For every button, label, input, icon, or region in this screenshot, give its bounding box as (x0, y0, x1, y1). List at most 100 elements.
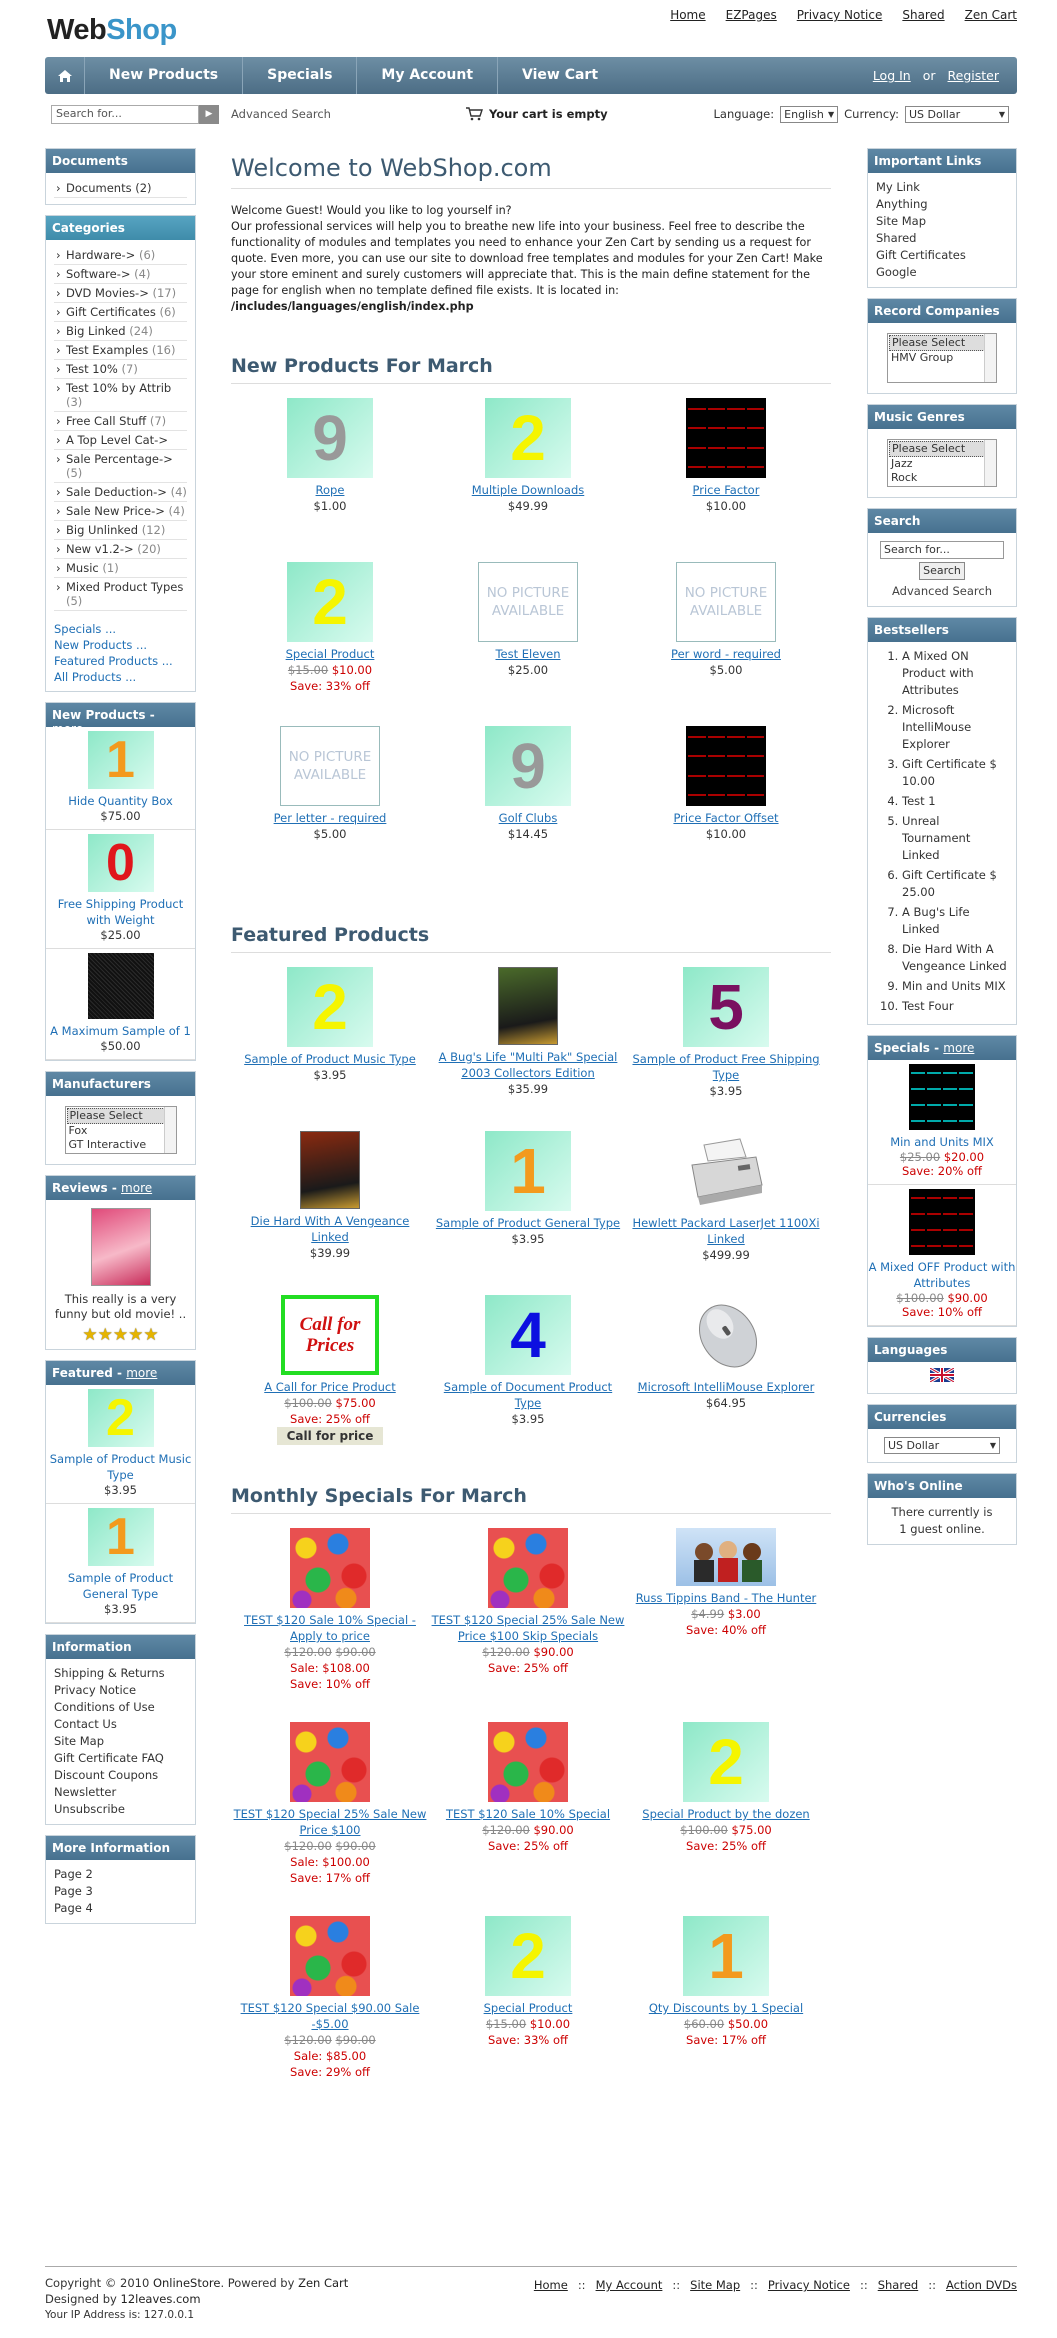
product-name-link[interactable]: A Maximum Sample of 1 (46, 1023, 195, 1039)
scrollbar[interactable] (984, 440, 996, 486)
category-item[interactable]: DVD Movies-> (17) (54, 284, 187, 303)
product-image[interactable]: Call for Prices (281, 1295, 379, 1375)
category-item[interactable]: New v1.2-> (20) (54, 540, 187, 559)
product-image[interactable] (87, 953, 154, 1019)
category-item[interactable]: Test Examples (16) (54, 341, 187, 360)
bestseller-item[interactable]: Test 1 (902, 793, 1008, 810)
category-item[interactable]: Music (1) (54, 559, 187, 578)
header-search-go-button[interactable]: ▶ (199, 104, 219, 124)
login-link[interactable]: Log In (873, 68, 911, 83)
zencart-link[interactable]: Zen Cart (298, 2276, 348, 2290)
product-image[interactable]: 1 (87, 731, 154, 789)
product-image[interactable]: NO PICTURE AVAILABLE (280, 726, 380, 806)
more-information-link[interactable]: Page 3 (54, 1883, 187, 1900)
record-option[interactable]: HMV Group (889, 351, 995, 365)
product-image[interactable]: 4 (485, 1295, 571, 1375)
manufacturers-select[interactable]: Please Select Fox GT Interactive (64, 1106, 177, 1154)
bestseller-item[interactable]: Gift Certificate $ 10.00 (902, 756, 1008, 790)
product-name-link[interactable]: Sample of Product Music Type (231, 1051, 429, 1067)
product-name-link[interactable]: Qty Discounts by 1 Special (627, 2000, 825, 2016)
nav-my-account[interactable]: My Account (357, 57, 499, 94)
important-link[interactable]: Site Map (876, 213, 1008, 230)
product-name-link[interactable]: A Bug's Life "Multi Pak" Special 2003 Co… (429, 1049, 627, 1081)
product-name-link[interactable]: Russ Tippins Band - The Hunter (627, 1590, 825, 1606)
category-item[interactable]: Sale Deduction-> (4) (54, 483, 187, 502)
product-name-link[interactable]: Sample of Product Free Shipping Type (627, 1051, 825, 1083)
scrollbar[interactable] (163, 1107, 176, 1153)
category-item[interactable]: Software-> (4) (54, 265, 187, 284)
information-link[interactable]: Newsletter (54, 1784, 187, 1801)
nav-view-cart[interactable]: View Cart (498, 57, 622, 94)
information-link[interactable]: Conditions of Use (54, 1699, 187, 1716)
product-image[interactable]: 9 (485, 726, 571, 806)
product-name-link[interactable]: Per letter - required (231, 810, 429, 826)
product-name-link[interactable]: Per word - required (627, 646, 825, 662)
genre-option[interactable]: Please Select (889, 441, 995, 457)
product-image[interactable] (290, 1528, 370, 1608)
category-item[interactable]: Sale New Price-> (4) (54, 502, 187, 521)
top-link-shared[interactable]: Shared (902, 8, 944, 22)
review-text[interactable]: This really is a very funny but old movi… (54, 1292, 187, 1322)
bestseller-item[interactable]: A Bug's Life Linked (902, 904, 1008, 938)
featured-more-link[interactable]: more (126, 1366, 157, 1380)
product-image[interactable] (676, 1528, 776, 1586)
category-item[interactable]: Sale Percentage-> (5) (54, 450, 187, 483)
category-item[interactable]: Free Call Stuff (7) (54, 412, 187, 431)
cart-status[interactable]: Your cart is empty (465, 107, 608, 121)
nav-specials[interactable]: Specials (243, 57, 358, 94)
top-link-privacy[interactable]: Privacy Notice (797, 8, 883, 22)
product-image[interactable]: 2 (683, 1722, 769, 1802)
footer-link[interactable]: Action DVDs (946, 2277, 1017, 2293)
product-image[interactable] (498, 967, 558, 1045)
product-name-link[interactable]: Special Product (231, 646, 429, 662)
important-link[interactable]: Gift Certificates (876, 247, 1008, 264)
important-link[interactable]: Shared (876, 230, 1008, 247)
record-option[interactable]: Please Select (889, 335, 995, 351)
information-link[interactable]: Discount Coupons (54, 1767, 187, 1784)
product-name-link[interactable]: Special Product (429, 2000, 627, 2016)
product-image[interactable]: 2 (485, 1916, 571, 1996)
product-name-link[interactable]: Golf Clubs (429, 810, 627, 826)
product-name-link[interactable]: A Mixed OFF Product with Attributes (868, 1259, 1016, 1291)
product-image[interactable]: NO PICTURE AVAILABLE (478, 562, 578, 642)
product-name-link[interactable]: Multiple Downloads (429, 482, 627, 498)
reviews-more-link[interactable]: more (121, 1181, 152, 1195)
product-image[interactable]: 0 (87, 834, 154, 892)
footer-link[interactable]: Shared (878, 2277, 919, 2293)
header-search-input[interactable]: Search for... (51, 104, 199, 124)
scrollbar[interactable] (984, 334, 996, 382)
product-name-link[interactable]: Free Shipping Product with Weight (46, 896, 195, 928)
genre-option[interactable]: Jazz (889, 457, 995, 471)
product-name-link[interactable]: Min and Units MIX (868, 1134, 1016, 1150)
product-image[interactable] (909, 1064, 975, 1130)
manufacturer-option[interactable]: Fox (67, 1124, 175, 1138)
product-name-link[interactable]: TEST $120 Special $90.00 Sale -$5.00 (231, 2000, 429, 2032)
bestseller-item[interactable]: Gift Certificate $ 25.00 (902, 867, 1008, 901)
category-item[interactable]: Test 10% (7) (54, 360, 187, 379)
top-link-zencart[interactable]: Zen Cart (965, 8, 1017, 22)
product-image[interactable]: 1 (485, 1131, 571, 1211)
important-link[interactable]: Google (876, 264, 1008, 281)
category-item[interactable]: Big Linked (24) (54, 322, 187, 341)
register-link[interactable]: Register (948, 68, 999, 83)
language-select[interactable]: English ▼ (780, 105, 839, 123)
sidebar-search-input[interactable]: Search for... (880, 541, 1004, 559)
category-item[interactable]: Gift Certificates (6) (54, 303, 187, 322)
product-name-link[interactable]: Sample of Product General Type (46, 1570, 195, 1602)
information-link[interactable]: Shipping & Returns (54, 1665, 187, 1682)
product-image[interactable]: 2 (87, 1389, 154, 1447)
more-information-link[interactable]: Page 4 (54, 1900, 187, 1917)
login-inline-link[interactable]: log yourself in (426, 204, 505, 217)
logo[interactable]: WebShop (47, 14, 177, 47)
header-advanced-search-link[interactable]: Advanced Search (231, 107, 331, 121)
bestseller-item[interactable]: Die Hard With A Vengeance Linked (902, 941, 1008, 975)
footer-link[interactable]: Privacy Notice (768, 2277, 850, 2293)
category-item[interactable]: Test 10% by Attrib (3) (54, 379, 187, 412)
bestseller-item[interactable]: Microsoft IntelliMouse Explorer (902, 702, 1008, 753)
category-item[interactable]: Mixed Product Types (5) (54, 578, 187, 611)
top-link-home[interactable]: Home (670, 8, 705, 22)
sidebar-currency-select[interactable]: US Dollar ▼ (884, 1437, 1000, 1454)
product-image[interactable]: 1 (683, 1916, 769, 1996)
important-link[interactable]: My Link (876, 179, 1008, 196)
review-image[interactable] (90, 1208, 151, 1286)
